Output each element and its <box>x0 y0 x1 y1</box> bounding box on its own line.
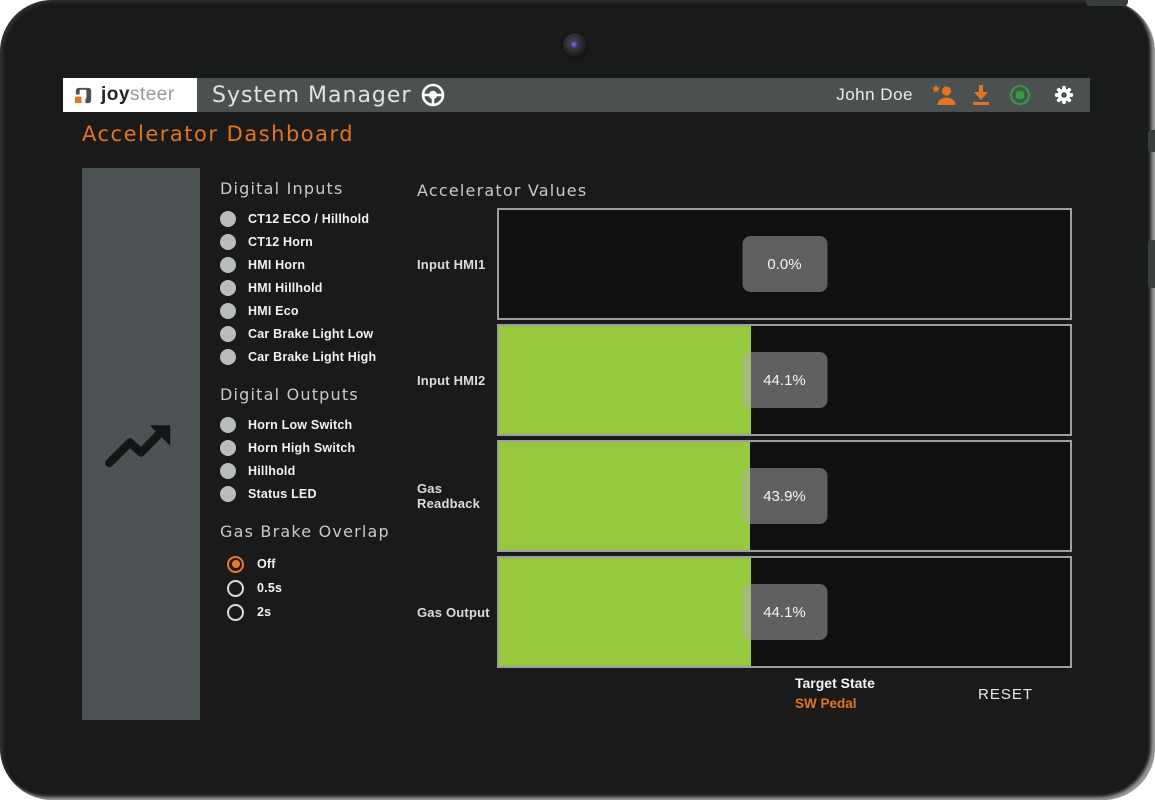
radio-label: 0.5s <box>257 581 282 595</box>
page-title: Accelerator Dashboard <box>82 122 354 146</box>
radio-icon[interactable] <box>227 556 244 573</box>
bar-fill <box>499 558 751 666</box>
accelerator-bars: Input HMI1 0.0% Input HMI2 44.1% Gas Rea… <box>417 208 1072 672</box>
side-button <box>1148 130 1155 152</box>
led-indicator-icon <box>220 211 236 227</box>
led-indicator-icon <box>220 463 236 479</box>
digital-output-label: Status LED <box>248 487 317 501</box>
digital-output-item: Horn Low Switch <box>220 413 425 436</box>
digital-outputs-list: Horn Low Switch Horn High Switch Hillhol… <box>220 413 425 505</box>
led-indicator-icon <box>220 349 236 365</box>
app-header: joysteer System Manager John Doe <box>63 78 1090 112</box>
bar-row-gas-readback: Gas Readback 43.9% <box>417 440 1072 552</box>
app-title: System Manager <box>212 83 411 108</box>
bar-fill <box>499 442 750 550</box>
joysteer-logo-icon <box>72 84 95 107</box>
digital-inputs-title: Digital Inputs <box>220 179 425 198</box>
radio-icon[interactable] <box>227 580 244 597</box>
settings-gear-icon[interactable] <box>1053 84 1075 106</box>
digital-output-label: Hillhold <box>248 464 295 478</box>
bar-row-gas-output: Gas Output 44.1% <box>417 556 1072 668</box>
radio-option-2s[interactable]: 2s <box>227 600 425 624</box>
sidebar-nav-panel[interactable] <box>82 168 200 720</box>
led-indicator-icon <box>220 486 236 502</box>
accelerator-values-title: Accelerator Values <box>417 181 587 200</box>
logo-steer: steer <box>130 84 175 105</box>
trending-up-icon <box>102 417 180 471</box>
radio-option-off[interactable]: Off <box>227 552 425 576</box>
controls-column: Digital Inputs CT12 ECO / Hillhold CT12 … <box>220 179 425 624</box>
gas-brake-overlap-options: Off 0.5s 2s <box>220 552 425 624</box>
status-indicator-icon[interactable] <box>1010 85 1030 105</box>
bar-row-input-hmi2: Input HMI2 44.1% <box>417 324 1072 436</box>
led-indicator-icon <box>220 417 236 433</box>
digital-input-item: HMI Horn <box>220 253 425 276</box>
digital-input-item: CT12 Horn <box>220 230 425 253</box>
radio-label: Off <box>257 557 276 571</box>
camera-lens-icon <box>571 42 578 48</box>
led-indicator-icon <box>220 234 236 250</box>
digital-input-label: HMI Eco <box>248 304 299 318</box>
led-indicator-icon <box>220 257 236 273</box>
volume-rocker <box>1148 240 1155 288</box>
bar-gauge: 44.1% <box>497 324 1072 436</box>
digital-input-label: Car Brake Light High <box>248 350 376 364</box>
digital-output-item: Status LED <box>220 482 425 505</box>
digital-output-label: Horn High Switch <box>248 441 355 455</box>
bar-fill <box>499 326 751 434</box>
app-screen: joysteer System Manager John Doe <box>63 78 1090 722</box>
power-button <box>1086 0 1128 6</box>
steering-wheel-icon <box>420 82 446 108</box>
digital-input-item: Car Brake Light High <box>220 345 425 368</box>
digital-input-item: HMI Eco <box>220 299 425 322</box>
led-indicator-icon <box>220 326 236 342</box>
digital-outputs-title: Digital Outputs <box>220 385 425 404</box>
digital-input-label: HMI Horn <box>248 258 305 272</box>
bar-gauge: 0.0% <box>497 208 1072 320</box>
joysteer-logo-text: joysteer <box>101 84 175 106</box>
header-actions: John Doe <box>836 83 1090 107</box>
bar-value-badge: 0.0% <box>742 236 827 292</box>
bar-label: Gas Readback <box>417 440 497 552</box>
radio-icon[interactable] <box>227 604 244 621</box>
logo-joy: joy <box>101 84 130 105</box>
gas-brake-overlap-title: Gas Brake Overlap <box>220 522 425 541</box>
digital-input-item: HMI Hillhold <box>220 276 425 299</box>
bar-label: Input HMI2 <box>417 324 497 436</box>
led-indicator-icon <box>220 440 236 456</box>
led-indicator-icon <box>220 303 236 319</box>
radio-option-05s[interactable]: 0.5s <box>227 576 425 600</box>
digital-input-item: Car Brake Light Low <box>220 322 425 345</box>
bar-value-badge: 43.9% <box>742 468 827 524</box>
target-state: Target State SW Pedal <box>795 675 875 711</box>
bar-gauge: 43.9% <box>497 440 1072 552</box>
download-icon[interactable] <box>970 83 992 107</box>
digital-input-label: CT12 Horn <box>248 235 313 249</box>
digital-input-item: CT12 ECO / Hillhold <box>220 207 425 230</box>
bar-value-badge: 44.1% <box>742 584 827 640</box>
joysteer-logo: joysteer <box>63 78 197 112</box>
radio-label: 2s <box>257 605 271 619</box>
bar-row-input-hmi1: Input HMI1 0.0% <box>417 208 1072 320</box>
user-add-icon[interactable] <box>930 83 957 107</box>
user-name: John Doe <box>836 85 913 105</box>
digital-inputs-list: CT12 ECO / Hillhold CT12 Horn HMI Horn H… <box>220 207 425 368</box>
digital-input-label: CT12 ECO / Hillhold <box>248 212 369 226</box>
led-indicator-icon <box>220 280 236 296</box>
bar-label: Gas Output <box>417 556 497 668</box>
digital-output-label: Horn Low Switch <box>248 418 352 432</box>
target-state-label: Target State <box>795 675 875 691</box>
front-camera <box>563 33 587 57</box>
digital-output-item: Horn High Switch <box>220 436 425 459</box>
digital-input-label: Car Brake Light Low <box>248 327 373 341</box>
bar-gauge: 44.1% <box>497 556 1072 668</box>
bar-label: Input HMI1 <box>417 208 497 320</box>
target-state-value: SW Pedal <box>795 696 875 711</box>
digital-input-label: HMI Hillhold <box>248 281 323 295</box>
bar-value-badge: 44.1% <box>742 352 827 408</box>
reset-button[interactable]: RESET <box>968 682 1043 707</box>
tablet-frame: joysteer System Manager John Doe <box>0 0 1155 800</box>
digital-output-item: Hillhold <box>220 459 425 482</box>
